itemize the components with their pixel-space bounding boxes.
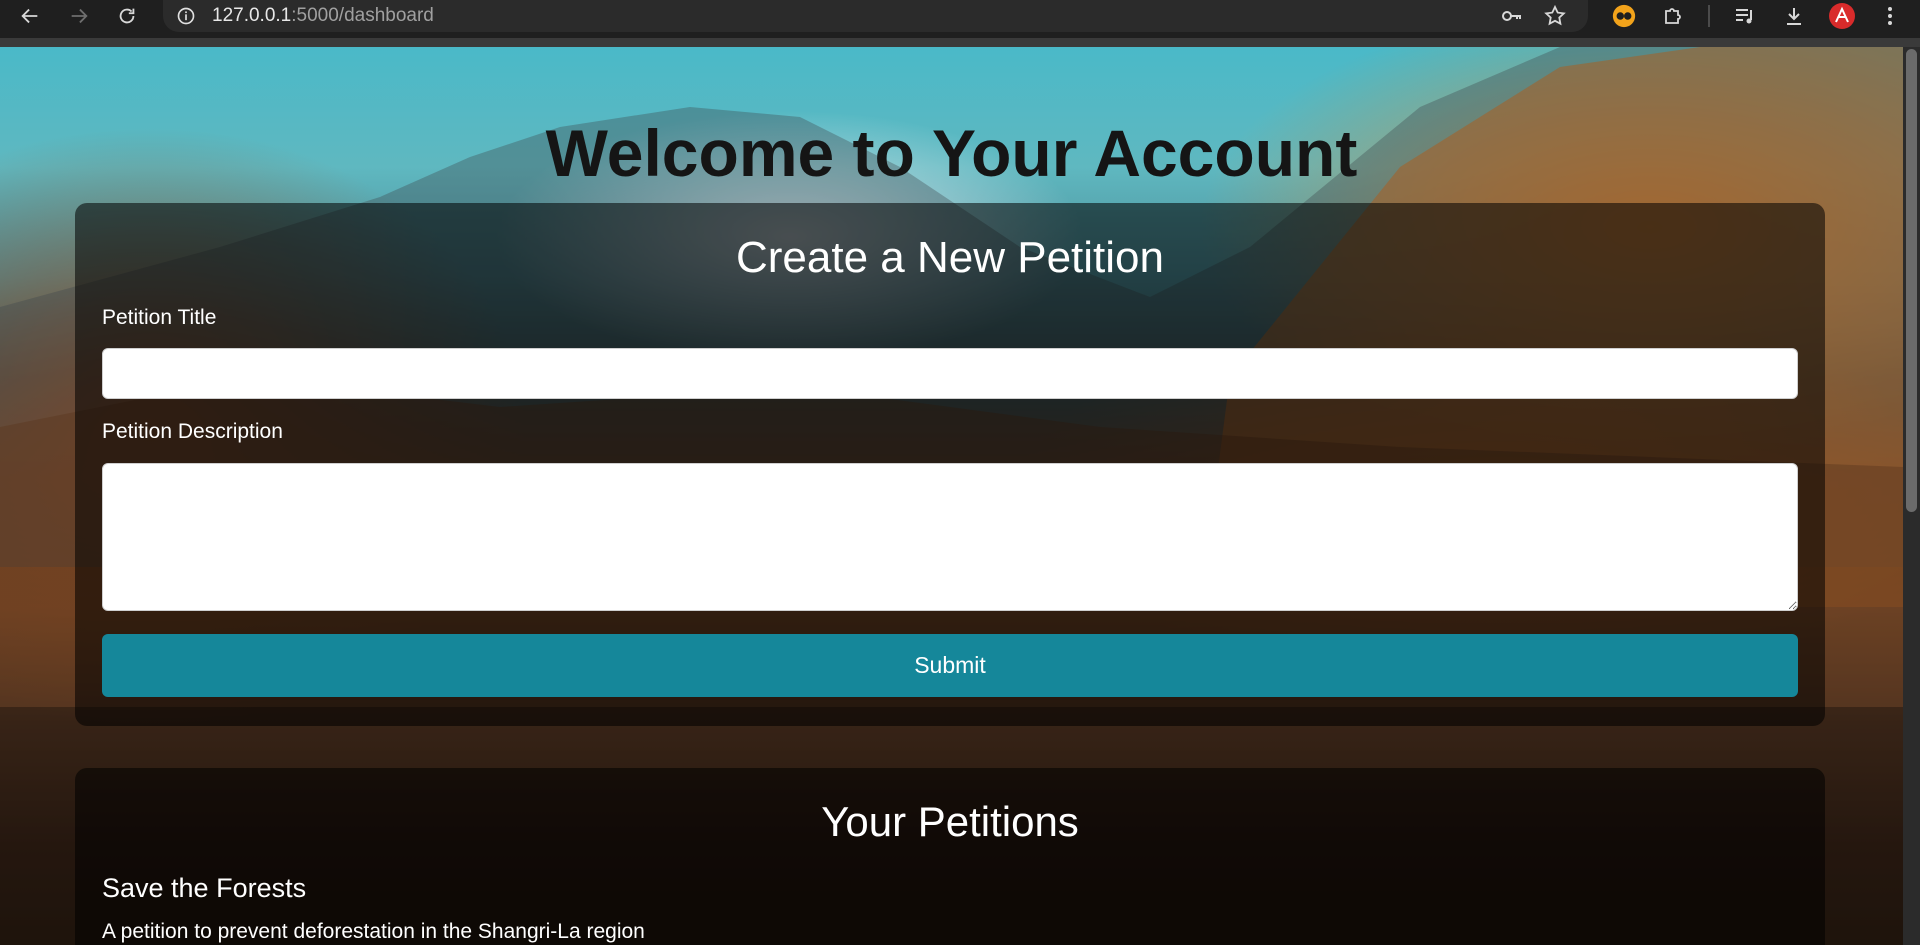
arrow-left-icon[interactable] [5, 0, 54, 32]
url-host: 127.0.0.1 [212, 5, 292, 26]
petition-description-input[interactable] [102, 463, 1798, 611]
toolbar-divider [1708, 5, 1710, 27]
create-petition-heading: Create a New Petition [736, 233, 1164, 282]
puzzle-icon[interactable] [1659, 2, 1687, 30]
your-petitions-heading: Your Petitions [821, 798, 1079, 845]
create-petition-panel: Create a New Petition Petition Title Pet… [75, 203, 1825, 726]
arrow-right-icon[interactable] [54, 0, 103, 32]
url-path: :5000/dashboard [291, 5, 434, 26]
browser-toolbar: 127.0.0.1:5000/dashboard [0, 0, 1920, 47]
petition-item-description: A petition to prevent deforestation in t… [102, 920, 645, 943]
reload-icon[interactable] [102, 0, 151, 32]
petition-item-title: Save the Forests [102, 873, 307, 903]
submit-button[interactable]: Submit [102, 634, 1798, 697]
address-bar[interactable]: 127.0.0.1:5000/dashboard [163, 0, 1588, 32]
petition-title-label: Petition Title [102, 306, 217, 329]
petition-title-input[interactable] [102, 348, 1798, 399]
page-scrollbar[interactable] [1903, 47, 1920, 945]
scrollbar-thumb[interactable] [1906, 49, 1917, 512]
download-icon[interactable] [1780, 2, 1808, 30]
petition-description-label: Petition Description [102, 420, 283, 443]
profile-avatar-icon[interactable] [1828, 2, 1856, 30]
glasses-extension-icon[interactable] [1610, 2, 1638, 30]
playlist-icon[interactable] [1731, 2, 1759, 30]
page-viewport: Welcome to Your Account Create a New Pet… [0, 47, 1903, 945]
toolbar-bottom-strip [0, 38, 1920, 47]
address-bar-url[interactable]: 127.0.0.1:5000/dashboard [212, 0, 434, 32]
info-icon[interactable] [174, 4, 198, 28]
your-petitions-panel: Your Petitions Save the Forests A petiti… [75, 768, 1825, 945]
star-icon[interactable] [1542, 3, 1568, 29]
kebab-menu-icon[interactable] [1876, 2, 1904, 30]
page-title: Welcome to Your Account [545, 116, 1358, 190]
key-icon[interactable] [1499, 3, 1525, 29]
